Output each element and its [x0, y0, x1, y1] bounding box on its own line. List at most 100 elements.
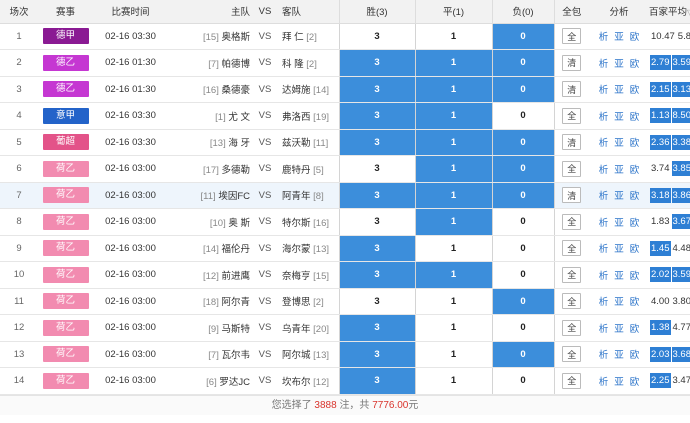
analysis-link-ou[interactable]: 欧 — [630, 165, 640, 176]
select-all-button[interactable]: 全 — [562, 107, 582, 124]
select-all-button[interactable]: 全 — [562, 213, 582, 230]
col-odds[interactable]: 百家平均▽ — [649, 0, 690, 24]
bet-draw[interactable]: 1 — [414, 288, 492, 315]
analysis-link-ou[interactable]: 欧 — [630, 350, 640, 361]
select-all-button[interactable]: 清 — [562, 54, 582, 71]
bet-lose[interactable]: 0 — [491, 23, 554, 50]
analysis-link-xi[interactable]: 析 — [599, 377, 609, 388]
bet-draw[interactable]: 1 — [414, 129, 492, 156]
analysis-link-xi[interactable]: 析 — [599, 271, 609, 282]
analysis-link-xi[interactable]: 析 — [599, 218, 609, 229]
bet-lose[interactable]: 0 — [491, 49, 554, 77]
bet-win[interactable]: 3 — [338, 129, 415, 156]
analysis-link-ou[interactable]: 欧 — [630, 218, 640, 229]
league-badge[interactable]: 荷乙 — [42, 160, 89, 177]
analysis-link-ya[interactable]: 亚 — [614, 32, 624, 43]
select-all-button[interactable]: 全 — [562, 266, 582, 283]
analysis-link-ya[interactable]: 亚 — [614, 218, 624, 229]
analysis-link-ya[interactable]: 亚 — [614, 350, 624, 361]
bet-lose[interactable]: 0 — [491, 367, 554, 395]
bet-win[interactable]: 3 — [338, 235, 415, 262]
bet-win[interactable]: 3 — [338, 208, 415, 236]
bet-lose[interactable]: 0 — [491, 314, 554, 342]
analysis-link-ya[interactable]: 亚 — [614, 271, 624, 282]
analysis-link-ou[interactable]: 欧 — [630, 271, 640, 282]
analysis-link-xi[interactable]: 析 — [599, 85, 609, 96]
bet-draw[interactable]: 1 — [414, 235, 492, 262]
bet-win[interactable]: 3 — [338, 76, 415, 103]
bet-win[interactable]: 3 — [338, 341, 415, 368]
analysis-link-ou[interactable]: 欧 — [630, 244, 640, 255]
analysis-link-ou[interactable]: 欧 — [630, 324, 640, 335]
analysis-link-ou[interactable]: 欧 — [630, 138, 640, 149]
select-all-button[interactable]: 全 — [562, 28, 582, 45]
league-badge[interactable]: 德甲 — [42, 28, 89, 45]
bet-draw[interactable]: 1 — [414, 23, 492, 50]
analysis-link-ya[interactable]: 亚 — [614, 191, 624, 202]
select-all-button[interactable]: 全 — [562, 240, 582, 257]
bet-win[interactable]: 3 — [338, 23, 415, 50]
analysis-link-ya[interactable]: 亚 — [614, 85, 624, 96]
bet-win[interactable]: 3 — [338, 367, 415, 395]
bet-lose[interactable]: 0 — [491, 102, 554, 130]
bet-draw[interactable]: 1 — [414, 314, 492, 342]
bet-lose[interactable]: 0 — [491, 288, 554, 315]
analysis-link-ou[interactable]: 欧 — [630, 59, 640, 70]
analysis-link-xi[interactable]: 析 — [599, 165, 609, 176]
analysis-link-ya[interactable]: 亚 — [614, 324, 624, 335]
analysis-link-xi[interactable]: 析 — [599, 138, 609, 149]
bet-draw[interactable]: 1 — [414, 208, 492, 236]
bet-win[interactable]: 3 — [338, 102, 415, 130]
bet-draw[interactable]: 1 — [414, 102, 492, 130]
analysis-link-xi[interactable]: 析 — [599, 324, 609, 335]
league-badge[interactable]: 荷乙 — [42, 293, 89, 310]
league-badge[interactable]: 德乙 — [42, 81, 89, 98]
bet-lose[interactable]: 0 — [491, 129, 554, 156]
analysis-link-xi[interactable]: 析 — [599, 297, 609, 308]
analysis-link-ya[interactable]: 亚 — [614, 165, 624, 176]
bet-draw[interactable]: 1 — [414, 341, 492, 368]
analysis-link-xi[interactable]: 析 — [599, 350, 609, 361]
bet-win[interactable]: 3 — [338, 261, 415, 289]
analysis-link-ya[interactable]: 亚 — [614, 297, 624, 308]
analysis-link-ou[interactable]: 欧 — [630, 112, 640, 123]
analysis-link-ou[interactable]: 欧 — [630, 377, 640, 388]
analysis-link-ya[interactable]: 亚 — [614, 244, 624, 255]
analysis-link-ya[interactable]: 亚 — [614, 59, 624, 70]
select-all-button[interactable]: 清 — [562, 187, 582, 204]
analysis-link-xi[interactable]: 析 — [599, 191, 609, 202]
bet-lose[interactable]: 0 — [491, 235, 554, 262]
bet-draw[interactable]: 1 — [414, 49, 492, 77]
select-all-button[interactable]: 全 — [562, 160, 582, 177]
league-badge[interactable]: 荷乙 — [42, 213, 89, 230]
league-badge[interactable]: 德乙 — [42, 54, 89, 71]
league-badge[interactable]: 荷乙 — [42, 372, 89, 389]
analysis-link-ou[interactable]: 欧 — [630, 32, 640, 43]
bet-draw[interactable]: 1 — [414, 367, 492, 395]
league-badge[interactable]: 荷乙 — [42, 266, 89, 283]
analysis-link-ya[interactable]: 亚 — [614, 377, 624, 388]
bet-lose[interactable]: 0 — [491, 182, 554, 209]
bet-draw[interactable]: 1 — [414, 261, 492, 289]
analysis-link-xi[interactable]: 析 — [599, 244, 609, 255]
league-badge[interactable]: 荷乙 — [42, 240, 89, 257]
analysis-link-ya[interactable]: 亚 — [614, 112, 624, 123]
select-all-button[interactable]: 全 — [562, 346, 582, 363]
analysis-link-ou[interactable]: 欧 — [630, 297, 640, 308]
league-badge[interactable]: 葡超 — [42, 134, 89, 151]
bet-lose[interactable]: 0 — [491, 208, 554, 236]
analysis-link-ou[interactable]: 欧 — [630, 85, 640, 96]
league-badge[interactable]: 荷乙 — [42, 319, 89, 336]
bet-lose[interactable]: 0 — [491, 341, 554, 368]
bet-win[interactable]: 3 — [338, 49, 415, 77]
league-badge[interactable]: 意甲 — [42, 107, 89, 124]
league-badge[interactable]: 荷乙 — [42, 346, 89, 363]
bet-win[interactable]: 3 — [338, 288, 415, 315]
bet-lose[interactable]: 0 — [491, 261, 554, 289]
select-all-button[interactable]: 全 — [562, 319, 582, 336]
analysis-link-xi[interactable]: 析 — [599, 112, 609, 123]
analysis-link-xi[interactable]: 析 — [599, 59, 609, 70]
select-all-button[interactable]: 清 — [562, 134, 582, 151]
bet-lose[interactable]: 0 — [491, 155, 554, 183]
bet-draw[interactable]: 1 — [414, 155, 492, 183]
